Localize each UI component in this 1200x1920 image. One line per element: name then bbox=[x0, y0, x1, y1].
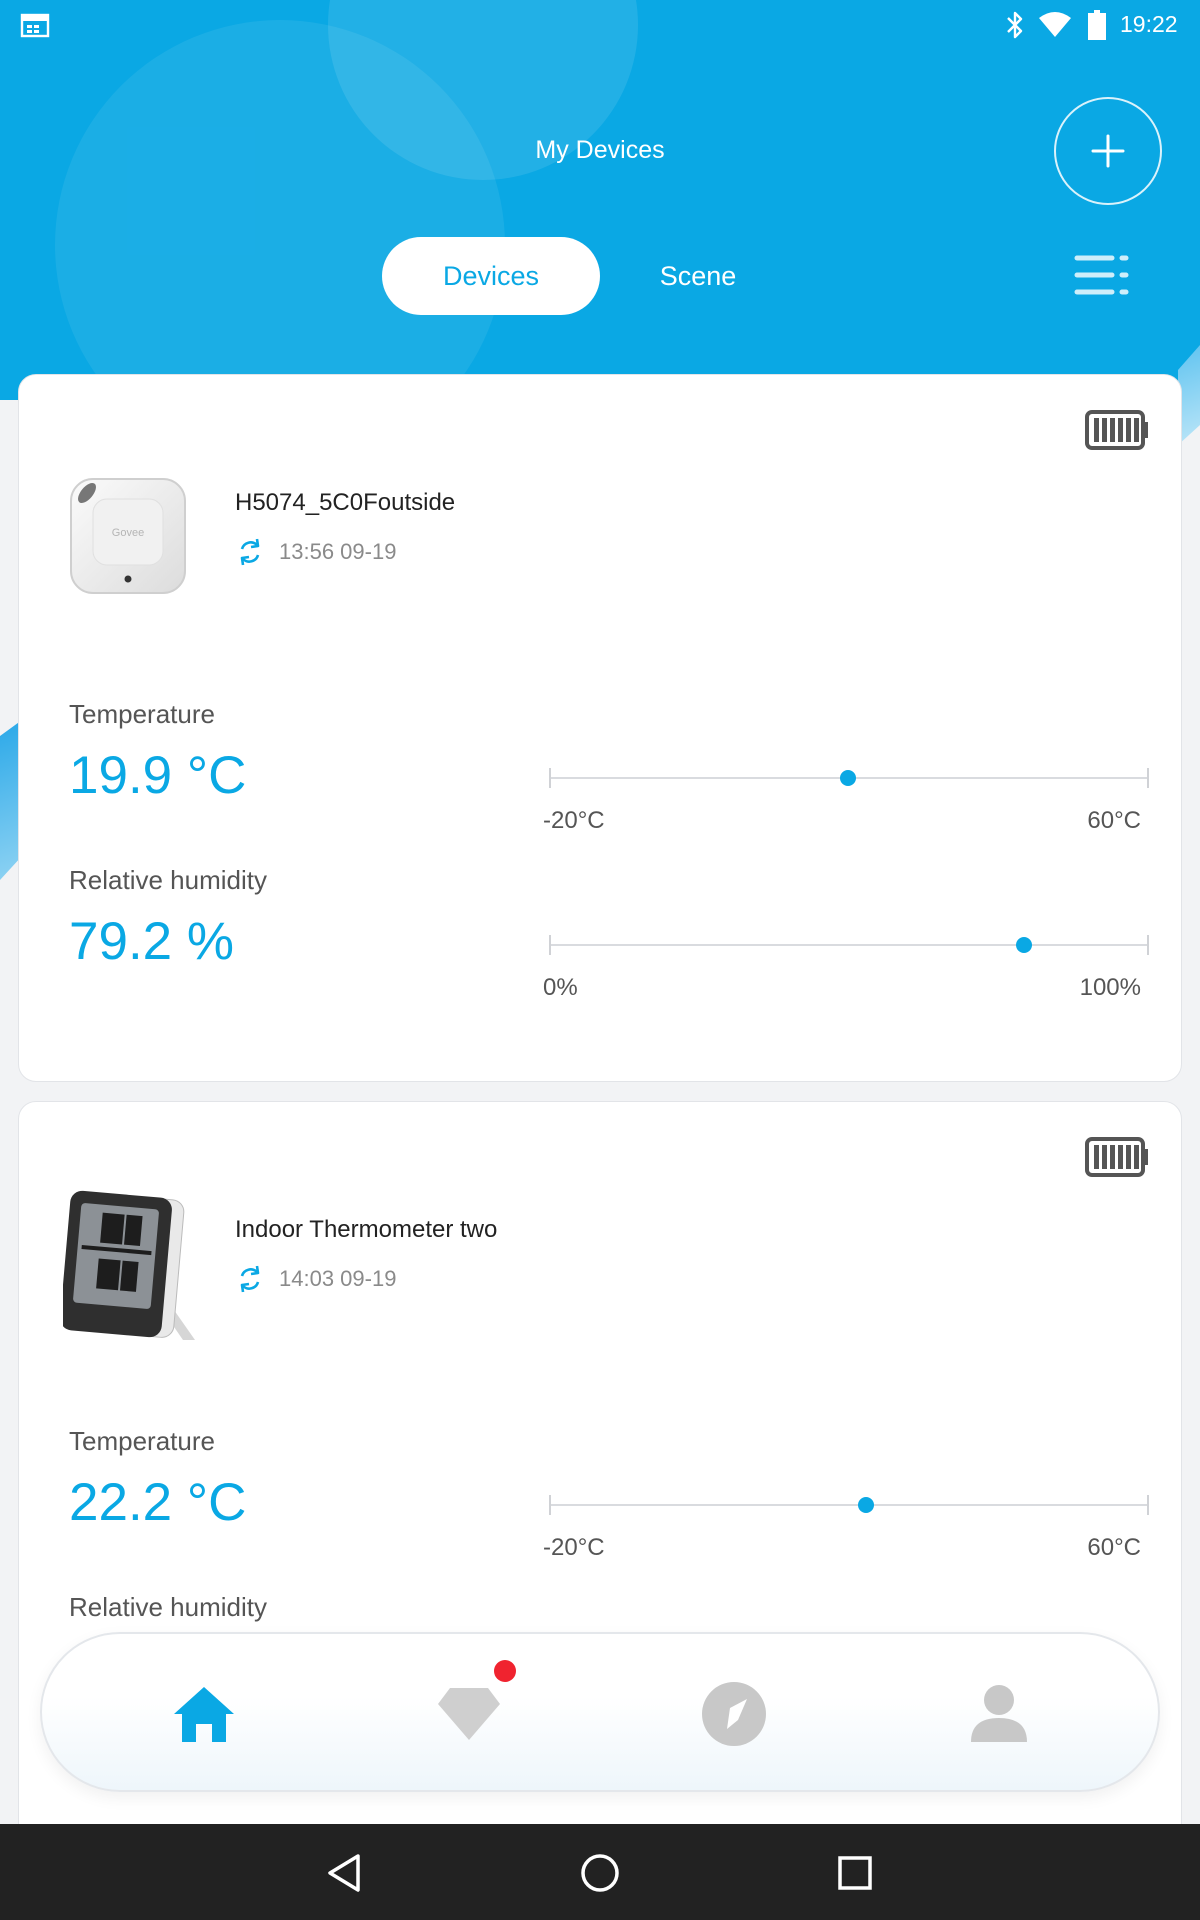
gem-icon bbox=[438, 1688, 500, 1740]
system-navigation-bar bbox=[0, 1824, 1200, 1920]
temperature-min-label: -20°C bbox=[543, 807, 605, 834]
device-name: Indoor Thermometer two bbox=[235, 1216, 498, 1243]
humidity-indicator bbox=[1016, 937, 1033, 953]
home-circle-icon[interactable] bbox=[575, 1848, 625, 1898]
temperature-range-track bbox=[549, 1495, 1149, 1515]
temperature-max-label: 60°C bbox=[1087, 807, 1141, 834]
humidity-range-track bbox=[549, 935, 1149, 955]
sync-icon[interactable] bbox=[235, 536, 265, 568]
notification-badge bbox=[494, 1660, 516, 1682]
compass-icon bbox=[702, 1682, 766, 1746]
temperature-indicator bbox=[840, 770, 857, 786]
tab-devices[interactable]: Devices bbox=[382, 237, 600, 315]
add-device-button[interactable] bbox=[1054, 97, 1162, 205]
last-sync-time: 14:03 09-19 bbox=[279, 1266, 397, 1291]
device-image bbox=[63, 1190, 195, 1340]
brand-text: Govee bbox=[112, 527, 144, 539]
tab-scene[interactable]: Scene bbox=[620, 237, 776, 315]
humidity-min-label: 0% bbox=[543, 974, 578, 1001]
temperature-max-label: 60°C bbox=[1087, 1534, 1141, 1561]
sync-row: 13:56 09-19 bbox=[235, 535, 396, 569]
humidity-max-label: 100% bbox=[1079, 974, 1141, 1001]
humidity-value: 79.2 % bbox=[69, 912, 235, 971]
profile-icon bbox=[971, 1685, 1027, 1742]
status-bar: 19:22 bbox=[0, 0, 1200, 50]
nav-discover[interactable] bbox=[679, 1664, 789, 1764]
list-menu-icon[interactable] bbox=[1074, 252, 1130, 298]
sync-icon[interactable] bbox=[235, 1263, 265, 1295]
sync-row: 14:03 09-19 bbox=[235, 1262, 396, 1296]
status-time: 19:22 bbox=[1120, 11, 1178, 37]
nav-home[interactable] bbox=[149, 1664, 259, 1764]
device-card[interactable]: Govee H5074_5C0Foutside 13:56 09-19 Temp… bbox=[18, 374, 1182, 1082]
temperature-label: Temperature bbox=[69, 1426, 215, 1456]
page-title: My Devices bbox=[535, 136, 665, 164]
temperature-value: 22.2 °C bbox=[69, 1473, 247, 1532]
battery-full-icon bbox=[1085, 1137, 1148, 1177]
wifi-icon bbox=[1039, 12, 1071, 37]
temperature-value: 19.9 °C bbox=[69, 746, 247, 805]
bluetooth-icon bbox=[1007, 11, 1023, 39]
device-image: Govee bbox=[70, 478, 186, 594]
home-icon bbox=[174, 1687, 234, 1742]
plus-icon bbox=[1091, 134, 1125, 168]
temperature-min-label: -20°C bbox=[543, 1534, 605, 1561]
nav-profile[interactable] bbox=[944, 1664, 1054, 1764]
temperature-indicator bbox=[857, 1497, 874, 1513]
humidity-label: Relative humidity bbox=[69, 865, 267, 895]
bottom-nav bbox=[40, 1632, 1160, 1792]
last-sync-time: 13:56 09-19 bbox=[279, 539, 397, 564]
battery-full-icon bbox=[1085, 410, 1148, 450]
humidity-label: Relative humidity bbox=[69, 1592, 267, 1622]
calendar-icon bbox=[20, 13, 50, 38]
device-name: H5074_5C0Foutside bbox=[235, 489, 456, 516]
recent-apps-icon[interactable] bbox=[830, 1848, 880, 1898]
temperature-label: Temperature bbox=[69, 699, 215, 729]
battery-icon bbox=[1088, 10, 1106, 40]
header bbox=[0, 0, 1200, 400]
back-icon[interactable] bbox=[320, 1848, 370, 1898]
temperature-range-track bbox=[549, 768, 1149, 788]
